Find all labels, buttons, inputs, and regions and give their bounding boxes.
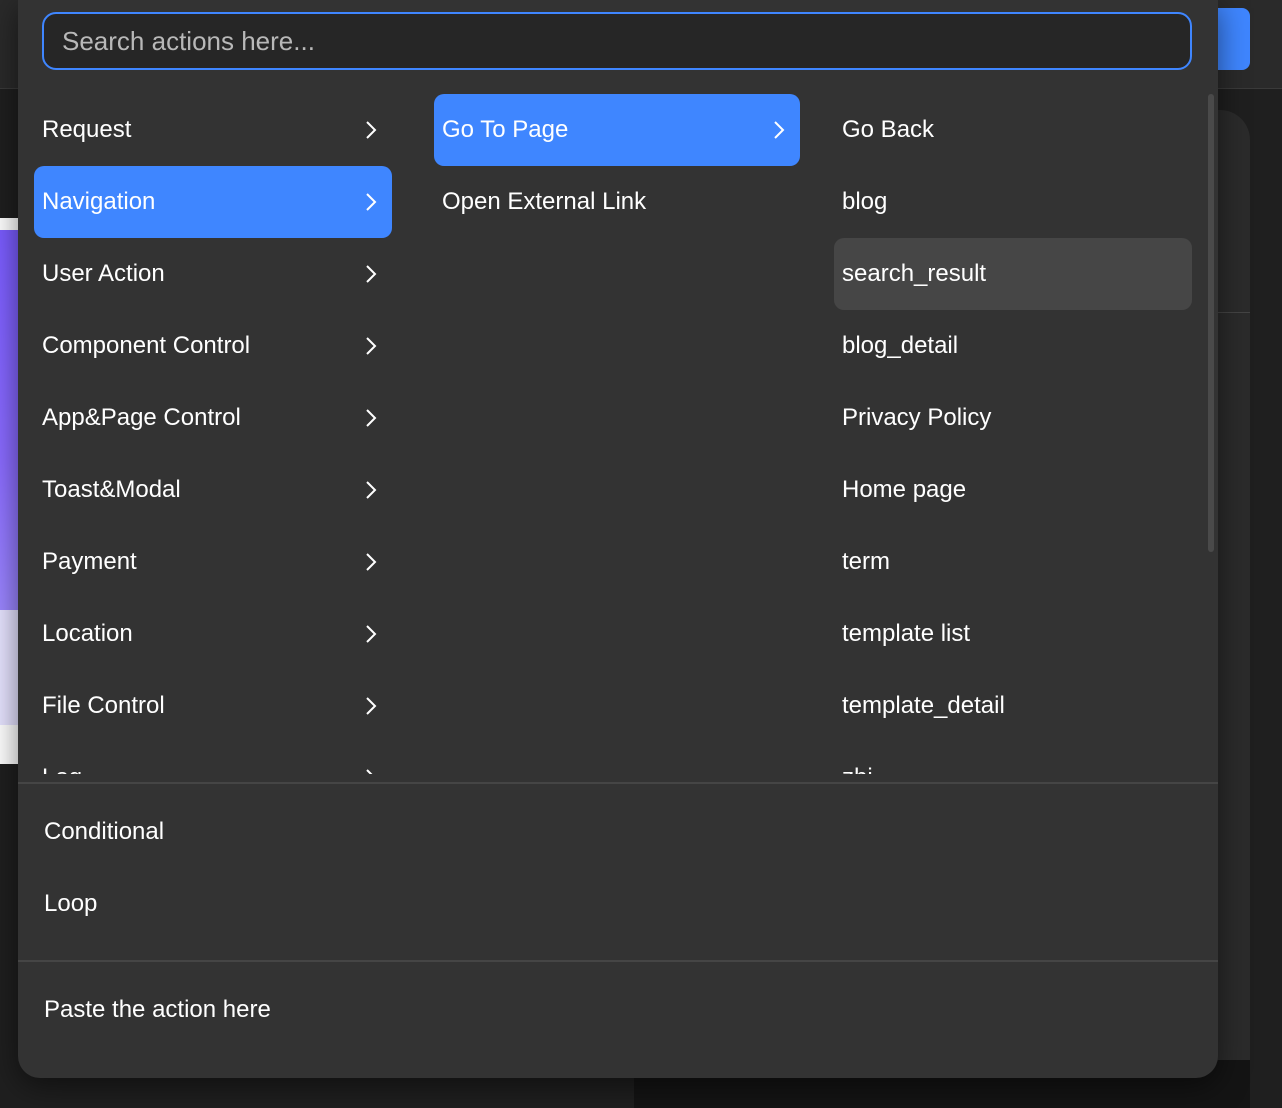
page-label: Go Back [842,116,935,143]
page-item-term[interactable]: term [834,526,1192,598]
category-label: Component Control [42,332,251,359]
page-label: term [842,548,890,575]
page-item-blog[interactable]: blog [834,166,1192,238]
category-item-user-action[interactable]: User Action [34,238,392,310]
section-divider [18,960,1218,962]
action-label: Go To Page [442,116,569,143]
action-item-go-to-page[interactable]: Go To Page [434,94,800,166]
category-label: Log [42,764,82,774]
category-item-app-page-control[interactable]: App&Page Control [34,382,392,454]
chevron-right-icon [360,119,382,141]
page-item-zhi[interactable]: zhi [834,742,1192,774]
page-label: zhi [842,764,873,774]
chevron-right-icon [360,479,382,501]
action-picker-dropdown: Request Navigation User Action Component… [18,0,1218,1078]
chevron-right-icon [360,623,382,645]
chevron-right-icon [360,695,382,717]
page-label: search_result [842,260,987,287]
action-columns: Request Navigation User Action Component… [18,94,1218,774]
chevron-right-icon [360,551,382,573]
paste-action-item[interactable]: Paste the action here [44,996,271,1024]
category-label: Navigation [42,188,156,215]
category-label: Payment [42,548,137,575]
category-item-payment[interactable]: Payment [34,526,392,598]
category-item-log[interactable]: Log [34,742,392,774]
category-label: Location [42,620,133,647]
page-label: Privacy Policy [842,404,992,431]
page-item-privacy-policy[interactable]: Privacy Policy [834,382,1192,454]
action-label: Open External Link [442,188,647,215]
page-item-home-page[interactable]: Home page [834,454,1192,526]
page-label: template list [842,620,971,647]
category-item-file-control[interactable]: File Control [34,670,392,742]
category-label: Toast&Modal [42,476,181,503]
chevron-right-icon [360,191,382,213]
chevron-right-icon [768,119,790,141]
search-input[interactable] [60,24,1174,58]
page-list-scrollbar[interactable] [1208,94,1214,552]
category-label: App&Page Control [42,404,241,431]
chevron-right-icon [360,263,382,285]
category-item-component-control[interactable]: Component Control [34,310,392,382]
conditional-item[interactable]: Conditional [44,818,164,846]
category-item-location[interactable]: Location [34,598,392,670]
page-list-column: Go Back blog search_result blog_detail P… [834,94,1192,774]
category-item-navigation[interactable]: Navigation [34,166,392,238]
page-label: blog [842,188,888,215]
page-item-search-result[interactable]: search_result [834,238,1192,310]
navigation-actions-column: Go To Page Open External Link [434,94,800,238]
section-divider [18,782,1218,784]
app-canvas-hero [0,230,18,610]
page-label: blog_detail [842,332,959,359]
category-label: File Control [42,692,165,719]
page-item-blog-detail[interactable]: blog_detail [834,310,1192,382]
page-label: Home page [842,476,967,503]
chevron-right-icon [360,407,382,429]
page-label: template_detail [842,692,1005,719]
chevron-right-icon [360,767,382,774]
category-column: Request Navigation User Action Component… [34,94,392,774]
chevron-right-icon [360,335,382,357]
page-item-template-list[interactable]: template list [834,598,1192,670]
app-canvas-section [0,610,18,725]
search-box[interactable] [42,12,1192,70]
category-item-toast-modal[interactable]: Toast&Modal [34,454,392,526]
category-label: Request [42,116,132,143]
category-label: User Action [42,260,165,287]
page-item-template-detail[interactable]: template_detail [834,670,1192,742]
loop-item[interactable]: Loop [44,890,97,918]
action-item-open-external-link[interactable]: Open External Link [434,166,800,238]
page-item-go-back[interactable]: Go Back [834,94,1192,166]
category-item-request[interactable]: Request [34,94,392,166]
